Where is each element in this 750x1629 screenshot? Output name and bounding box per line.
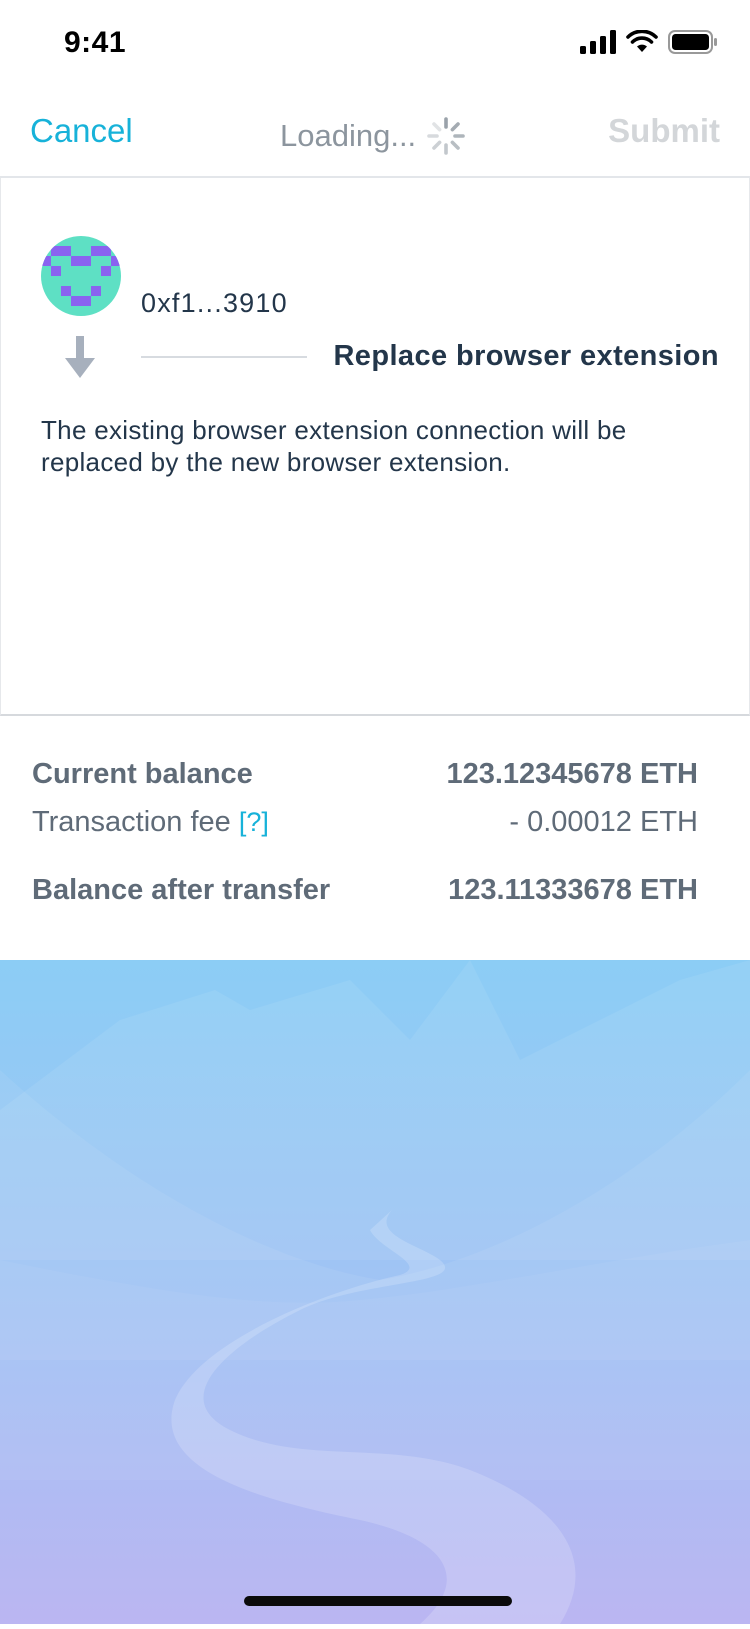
cancel-button[interactable]: Cancel bbox=[30, 112, 133, 150]
wifi-icon bbox=[626, 30, 658, 54]
submit-button[interactable]: Submit bbox=[608, 112, 720, 150]
cellular-signal-icon bbox=[580, 30, 616, 54]
balance-after-label: Balance after transfer bbox=[32, 874, 331, 906]
current-balance-label: Current balance bbox=[32, 758, 253, 790]
spinner-icon bbox=[426, 116, 466, 156]
status-time: 9:41 bbox=[64, 26, 127, 59]
current-balance-value: 123.12345678 ETH bbox=[446, 758, 698, 790]
action-label: Replace browser extension bbox=[333, 340, 719, 372]
transaction-fee-value: - 0.00012 ETH bbox=[509, 806, 698, 838]
loading-indicator: Loading... bbox=[280, 116, 466, 156]
transaction-fee-label-wrap: Transaction fee [?] bbox=[32, 806, 269, 839]
transaction-fee-row: Transaction fee [?] - 0.00012 ETH bbox=[32, 806, 698, 839]
arrow-down-icon bbox=[65, 336, 95, 385]
status-bar: 9:41 bbox=[0, 0, 750, 92]
current-balance-row: Current balance 123.12345678 ETH bbox=[32, 758, 698, 791]
status-icons bbox=[580, 30, 718, 54]
home-indicator bbox=[244, 1596, 512, 1606]
balance-summary: Current balance 123.12345678 ETH Transac… bbox=[0, 716, 750, 960]
balance-after-row: Balance after transfer 123.11333678 ETH bbox=[32, 874, 698, 907]
transaction-fee-label: Transaction fee bbox=[32, 806, 231, 838]
fee-help-link[interactable]: [?] bbox=[239, 807, 269, 837]
background-illustration bbox=[0, 960, 750, 1624]
loading-label: Loading... bbox=[280, 118, 417, 153]
account-avatar bbox=[41, 236, 121, 316]
connector-line bbox=[141, 356, 307, 358]
balance-after-value: 123.11333678 ETH bbox=[448, 874, 698, 906]
transaction-card: 0xf1...3910 Replace browser extension Th… bbox=[0, 178, 750, 716]
account-address: 0xf1...3910 bbox=[141, 288, 288, 318]
battery-icon bbox=[668, 30, 718, 54]
nav-bar: Cancel Loading... Submit bbox=[0, 92, 750, 178]
action-description: The existing browser extension connectio… bbox=[41, 415, 627, 477]
